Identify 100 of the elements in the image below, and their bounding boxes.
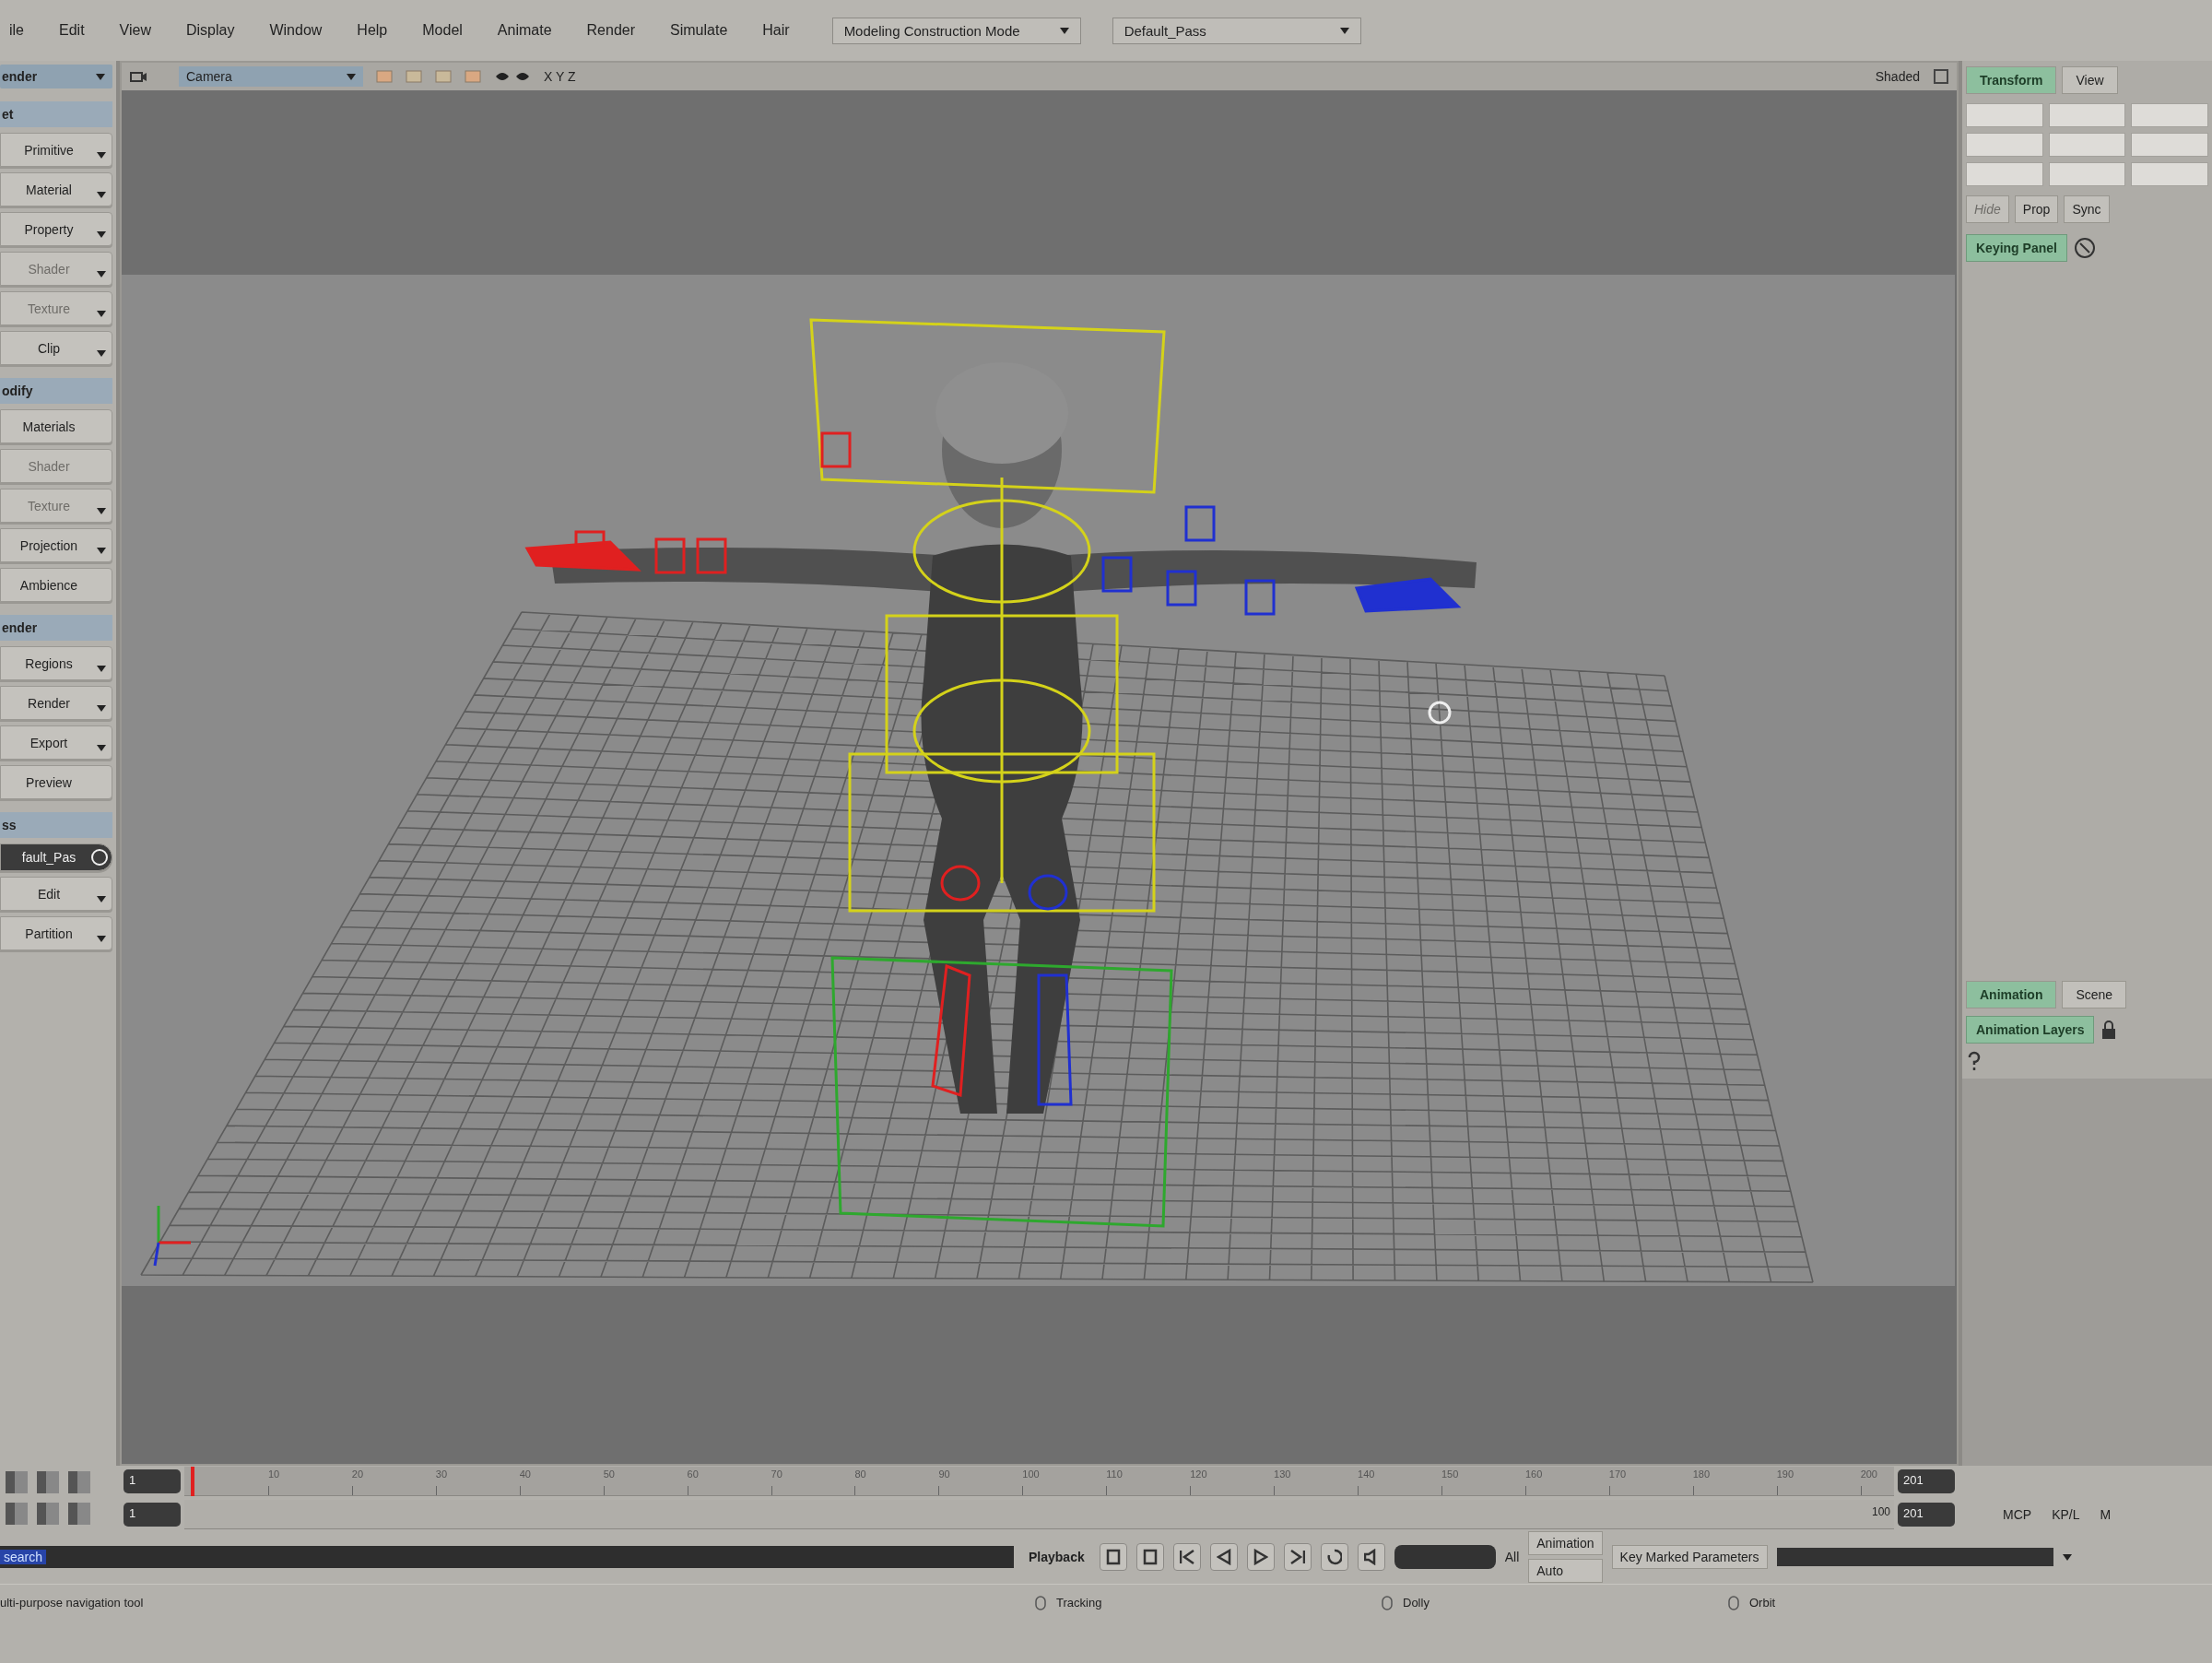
frame-field[interactable] (1394, 1545, 1496, 1569)
section-header[interactable]: ss (0, 812, 112, 838)
panel-button[interactable]: Prop (2014, 195, 2059, 223)
keying-panel-button[interactable]: Keying Panel (1966, 234, 2067, 262)
playback-option[interactable]: All (1504, 1550, 1520, 1564)
first-frame-button[interactable] (1172, 1543, 1201, 1571)
transform-field[interactable] (2048, 162, 2126, 186)
mode-tab[interactable]: MCP (1995, 1504, 2040, 1526)
panel-tab[interactable]: View (2062, 66, 2118, 94)
panel-button[interactable]: fault_Pas (0, 843, 112, 871)
tick-label: 110 (1106, 1468, 1123, 1480)
tick-label: 150 (1441, 1468, 1459, 1480)
last-frame-button[interactable] (1283, 1543, 1312, 1571)
range-end-label: 100 (1871, 1505, 1890, 1518)
panel-button[interactable]: Render (0, 686, 112, 720)
menu-item[interactable]: Animate (495, 18, 554, 42)
caret-icon (97, 508, 106, 514)
panel-button[interactable]: Export (0, 725, 112, 760)
loop-button[interactable] (1320, 1543, 1348, 1571)
tick-label: 170 (1608, 1468, 1627, 1480)
panel-button[interactable]: Property (0, 212, 112, 246)
pass-dropdown[interactable]: Default_Pass (1112, 17, 1361, 44)
panel-button[interactable]: Projection (0, 528, 112, 562)
menu-item[interactable]: Hair (760, 18, 792, 42)
panel-button[interactable]: Clip (0, 331, 112, 365)
display-mode-menu[interactable]: Shaded (1875, 69, 1920, 84)
animation-layers-button[interactable]: Animation Layers (1966, 1016, 2095, 1044)
transform-field[interactable] (1966, 103, 2043, 127)
mouse-icon (1725, 1594, 1742, 1611)
previous-key-button[interactable] (1099, 1543, 1127, 1571)
panel-button[interactable]: Partition (0, 916, 112, 950)
keying-set-field[interactable] (1776, 1548, 2053, 1566)
panel-tab[interactable]: Transform (1966, 66, 2057, 94)
range-end-field[interactable]: 201 (1898, 1503, 1955, 1527)
axis-toggles[interactable]: X Y Z (544, 69, 576, 84)
tick-label: 90 (938, 1468, 950, 1480)
menu-item[interactable]: Render (584, 18, 638, 42)
animation-menu[interactable]: Animation (1528, 1531, 1603, 1555)
audio-button[interactable] (1357, 1543, 1385, 1571)
menu-item[interactable]: Display (184, 18, 237, 42)
panel-button[interactable]: Regions (0, 646, 112, 680)
play-forward-button[interactable] (1246, 1543, 1275, 1571)
loop-icon (1326, 1549, 1342, 1565)
mode-tab[interactable]: M (2092, 1504, 2119, 1526)
toolbar-dropdown[interactable]: ender (0, 65, 112, 88)
key-marked-button[interactable]: Key Marked Parameters (1611, 1545, 1768, 1569)
menu-item[interactable]: Edit (57, 18, 87, 42)
section-header[interactable]: odify (0, 378, 112, 404)
transform-field[interactable] (2131, 162, 2208, 186)
menu-item[interactable]: ile (7, 18, 26, 42)
range-slider[interactable]: 100 (184, 1500, 1894, 1529)
transform-field[interactable] (2131, 133, 2208, 157)
caret-icon (347, 73, 356, 80)
panel-button[interactable]: Edit (0, 877, 112, 911)
tick-label: 130 (1274, 1468, 1291, 1480)
playhead-marker[interactable] (191, 1467, 195, 1496)
menu-item[interactable]: Simulate (668, 18, 730, 42)
range-start-field[interactable]: 1 (124, 1503, 181, 1527)
section-header[interactable]: ender (0, 615, 112, 641)
tick-label: 70 (771, 1468, 782, 1480)
view-toggle-icon (406, 69, 422, 84)
menu-item[interactable]: Window (267, 18, 324, 42)
mouse-icon (1379, 1594, 1395, 1611)
next-key-button[interactable] (1135, 1543, 1164, 1571)
transform-field[interactable] (1966, 162, 2043, 186)
panel-button[interactable]: Sync (2064, 195, 2110, 223)
status-message: ulti-purpose navigation tool (0, 1596, 145, 1610)
tick-label: 100 (1022, 1468, 1040, 1480)
caret-icon (97, 311, 106, 317)
caret-icon (97, 936, 106, 942)
panel-button[interactable]: Preview (0, 765, 112, 799)
camera-dropdown[interactable]: Camera (179, 66, 363, 87)
auto-key-button[interactable]: Auto (1528, 1559, 1603, 1583)
panel-button[interactable]: Material (0, 172, 112, 206)
menu-item[interactable]: Model (420, 18, 465, 42)
transform-field[interactable] (1966, 133, 2043, 157)
transform-field[interactable] (2048, 103, 2126, 127)
layout-icon (35, 1469, 61, 1495)
panel-tab[interactable]: Scene (2062, 981, 2127, 1008)
tick-label: 80 (854, 1468, 866, 1480)
menu-item[interactable]: View (117, 18, 153, 42)
menu-item[interactable]: Help (355, 18, 390, 42)
mode-dropdown[interactable]: Modeling Construction Mode (831, 17, 1081, 44)
axis-gizmo-icon (153, 1206, 191, 1267)
transform-field[interactable] (2131, 103, 2208, 127)
panel-tab[interactable]: Animation (1966, 981, 2057, 1008)
start-frame-field[interactable]: 1 (124, 1469, 181, 1493)
command-line-field[interactable]: search (0, 1546, 1014, 1568)
maximize-icon (1933, 68, 1949, 85)
caret-icon (2062, 1553, 2072, 1561)
panel-button[interactable]: Ambience (0, 568, 112, 602)
play-backward-button[interactable] (1209, 1543, 1238, 1571)
panel-button[interactable]: Materials (0, 409, 112, 443)
caret-icon (97, 231, 106, 238)
panel-button[interactable]: Primitive (0, 133, 112, 167)
transform-field[interactable] (2048, 133, 2126, 157)
section-header[interactable]: et (0, 101, 112, 127)
end-frame-field[interactable]: 201 (1898, 1469, 1955, 1493)
mode-tab[interactable]: KP/L (2044, 1504, 2088, 1526)
playback-menu[interactable]: Playback (1023, 1546, 1090, 1568)
